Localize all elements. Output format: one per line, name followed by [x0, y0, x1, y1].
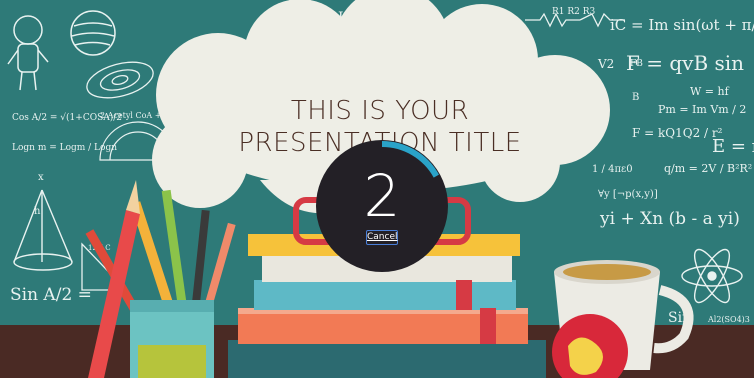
formula-al: Al2(SO4)3	[707, 315, 750, 324]
formula-fkq: F = kQ1Q2 / r²	[632, 126, 723, 140]
formula-x: x	[38, 172, 44, 183]
formula-4pi: 1 / 4πε0	[592, 164, 633, 175]
formula-h: h	[34, 206, 41, 217]
formula-vy: ∀y [¬p(x,y)]	[598, 189, 658, 200]
cancel-button[interactable]: Cancel	[366, 230, 398, 245]
formula-yxn: yi + Xn (b - a yi)	[599, 209, 740, 229]
formula-pm: Pm = Im Vm / 2	[658, 103, 746, 116]
formula-whf: W = hf	[690, 85, 730, 98]
formula-ic: iC = Im sin(ωt + π/2)	[610, 16, 754, 34]
countdown-number: 2	[363, 162, 401, 230]
formula-r123: R1 R2 R3	[552, 7, 596, 17]
formula-sina: Sin A/2 =	[10, 285, 92, 305]
presentation-slide: iC = Im sin(ωt + π/2) F = qvB sin W = hf…	[0, 0, 754, 378]
formula-v2: V2	[597, 57, 614, 71]
formula-fb: FB	[630, 59, 643, 69]
formula-b: B	[632, 92, 639, 103]
formula-fqvb: F = qvB sin	[626, 51, 744, 75]
formula-log: Logn m = Logm / Logn	[12, 143, 117, 153]
slide-title-line-1: THIS IS YOUR	[290, 96, 470, 126]
countdown-overlay: 2 Cancel	[316, 140, 448, 272]
formula-qm: q/m = 2V / B²R²	[664, 162, 752, 175]
